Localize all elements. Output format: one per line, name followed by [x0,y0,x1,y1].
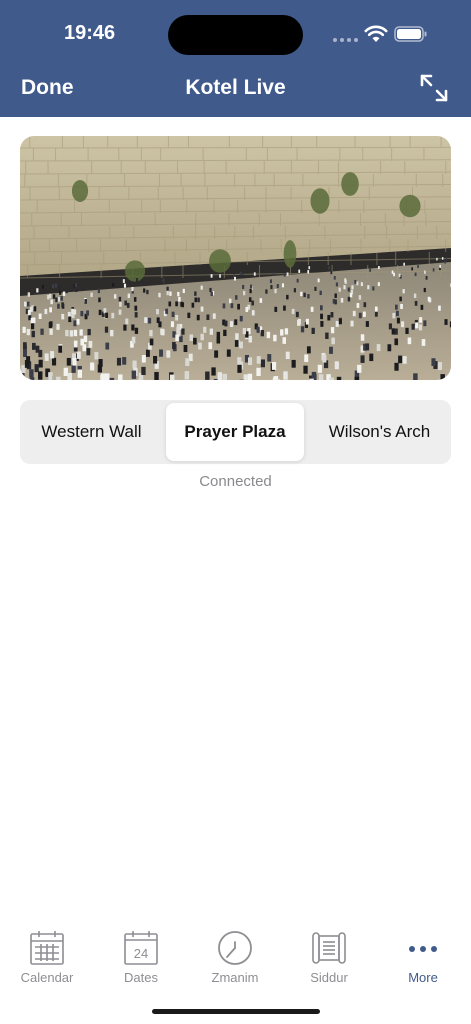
wifi-icon [364,25,388,42]
tab-label: Calendar [20,970,74,985]
svg-text:24: 24 [134,946,148,961]
western-wall-live-image [20,136,451,380]
segment-western-wall[interactable]: Western Wall [20,400,163,464]
tab-more[interactable]: More [376,915,470,995]
tab-calendar[interactable]: Calendar [0,915,94,995]
tab-bar: Calendar 24 Dates Zmanim Siddur More [0,915,471,1024]
cellular-signal-icon [333,38,358,42]
date-24-icon: 24 [124,931,158,965]
tab-label: Siddur [310,970,348,985]
fullscreen-expand-icon[interactable] [419,73,449,103]
nav-header: 19:46 Done Kotel Live [0,0,471,117]
camera-segmented-control: Western Wall Prayer Plaza Wilson's Arch [20,400,451,464]
tab-label: More [408,970,438,985]
connection-status: Connected [199,473,272,490]
tab-label: Dates [124,970,158,985]
segment-wilsons-arch[interactable]: Wilson's Arch [308,400,451,464]
home-indicator [152,1009,320,1014]
done-button[interactable]: Done [21,76,74,100]
more-dots-icon [409,946,437,952]
dynamic-island [168,15,303,55]
calendar-icon [30,931,64,965]
scroll-icon [312,932,346,964]
battery-icon [394,26,427,42]
status-time: 19:46 [64,22,116,44]
live-video-feed[interactable] [20,136,451,380]
tab-dates[interactable]: 24 Dates [94,915,188,995]
tab-label: Zmanim [211,970,259,985]
clock-icon [218,931,252,965]
tab-siddur[interactable]: Siddur [282,915,376,995]
tab-zmanim[interactable]: Zmanim [188,915,282,995]
segment-prayer-plaza[interactable]: Prayer Plaza [166,403,304,461]
